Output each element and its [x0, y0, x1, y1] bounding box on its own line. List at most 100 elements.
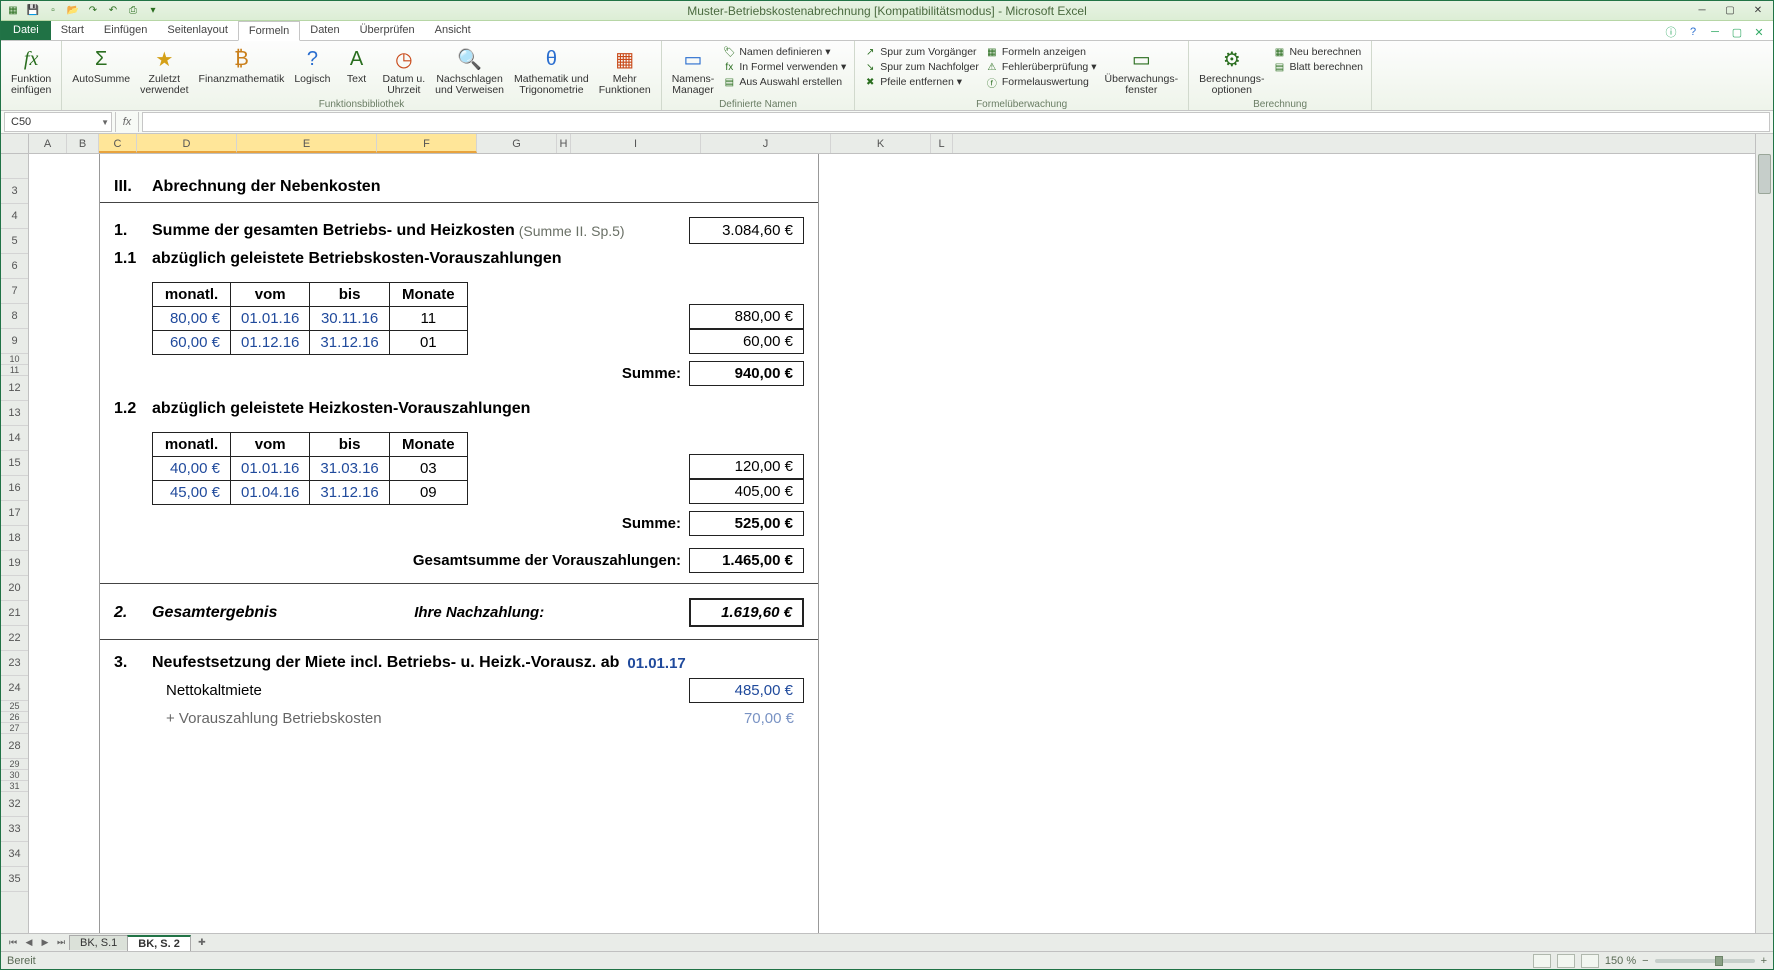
name-manager-button[interactable]: ▭Namens- Manager: [668, 43, 719, 98]
row-header[interactable]: 10: [1, 354, 28, 365]
tab-formulas[interactable]: Formeln: [238, 21, 300, 41]
window-close-icon[interactable]: ✕: [1751, 24, 1767, 40]
row3-date[interactable]: 01.01.17: [627, 655, 685, 672]
zoom-slider[interactable]: [1655, 959, 1755, 963]
row-header[interactable]: 6: [1, 254, 28, 279]
create-from-selection-button[interactable]: ▤Aus Auswahl erstellen: [720, 75, 848, 89]
row-header[interactable]: 3: [1, 179, 28, 204]
zoom-slider-thumb[interactable]: [1715, 956, 1723, 966]
view-normal-button[interactable]: [1533, 954, 1551, 968]
netto-amount[interactable]: 485,00 €: [689, 678, 804, 703]
insert-function-button[interactable]: fx Funktion einfügen: [7, 43, 55, 98]
define-name-button[interactable]: 🏷Namen definieren ▾: [720, 45, 848, 59]
zoom-out-button[interactable]: −: [1642, 955, 1648, 967]
view-pagebreak-button[interactable]: [1581, 954, 1599, 968]
row-header[interactable]: 20: [1, 576, 28, 601]
sheet-nav-next[interactable]: ▶: [37, 937, 53, 948]
error-check-button[interactable]: ⚠Fehlerüberprüfung ▾: [983, 60, 1099, 74]
row-header[interactable]: 8: [1, 304, 28, 329]
row-header[interactable]: 29: [1, 759, 28, 770]
recent-button[interactable]: ★Zuletzt verwendet: [136, 43, 192, 98]
autosum-button[interactable]: ΣAutoSumme: [68, 43, 134, 98]
help-icon[interactable]: ?: [1685, 24, 1701, 40]
print-icon[interactable]: ⎙: [125, 3, 141, 19]
trace-dependents-button[interactable]: ↘Spur zum Nachfolger: [861, 60, 981, 74]
row-header[interactable]: 19: [1, 551, 28, 576]
row-header[interactable]: 22: [1, 626, 28, 651]
column-header[interactable]: K: [831, 134, 931, 153]
calc-options-button[interactable]: ⚙Berechnungs- optionen: [1195, 43, 1268, 98]
tab-insert[interactable]: Einfügen: [94, 20, 157, 40]
row-header[interactable]: 30: [1, 770, 28, 781]
zoom-in-button[interactable]: +: [1761, 955, 1767, 967]
column-header[interactable]: B: [67, 134, 99, 153]
row-header[interactable]: 23: [1, 651, 28, 676]
view-pagelayout-button[interactable]: [1557, 954, 1575, 968]
open-icon[interactable]: 📂: [65, 3, 81, 19]
use-in-formula-button[interactable]: fxIn Formel verwenden ▾: [720, 60, 848, 74]
formula-input[interactable]: [142, 112, 1770, 132]
row-header[interactable]: [1, 154, 28, 179]
name-box[interactable]: C50▼: [4, 112, 112, 132]
text-button[interactable]: AText: [337, 43, 377, 98]
qat-dropdown-icon[interactable]: ▾: [145, 3, 161, 19]
tab-data[interactable]: Daten: [300, 20, 349, 40]
calc-sheet-button[interactable]: ▤Blatt berechnen: [1270, 60, 1365, 74]
row-header[interactable]: 28: [1, 734, 28, 759]
column-header[interactable]: L: [931, 134, 953, 153]
row-header[interactable]: 21: [1, 601, 28, 626]
row-header[interactable]: 12: [1, 376, 28, 401]
row-header[interactable]: 5: [1, 229, 28, 254]
tab-start[interactable]: Start: [51, 20, 94, 40]
sheet-nav-first[interactable]: ⏮: [5, 937, 21, 948]
new-icon[interactable]: ▫: [45, 3, 61, 19]
column-header[interactable]: D: [137, 134, 237, 153]
tab-pagelayout[interactable]: Seitenlayout: [157, 20, 238, 40]
window-min-icon[interactable]: ─: [1707, 24, 1723, 40]
row-header[interactable]: 31: [1, 781, 28, 792]
sheet-nav-last[interactable]: ⏭: [53, 937, 69, 948]
maximize-button[interactable]: ▢: [1717, 3, 1743, 19]
namebox-dropdown-icon[interactable]: ▼: [101, 118, 109, 127]
row-header[interactable]: 16: [1, 476, 28, 501]
row-header[interactable]: 32: [1, 792, 28, 817]
voraus-amount[interactable]: 70,00 €: [689, 707, 804, 730]
column-header[interactable]: F: [377, 134, 477, 153]
math-button[interactable]: θMathematik und Trigonometrie: [510, 43, 593, 98]
column-header[interactable]: C: [99, 134, 137, 153]
new-sheet-icon[interactable]: ✚: [194, 937, 210, 948]
show-formulas-button[interactable]: ▦Formeln anzeigen: [983, 45, 1099, 59]
row-header[interactable]: 26: [1, 712, 28, 723]
evaluate-formula-button[interactable]: ⓕFormelauswertung: [983, 75, 1099, 89]
row-header[interactable]: 4: [1, 204, 28, 229]
row-header[interactable]: 24: [1, 676, 28, 701]
column-header[interactable]: E: [237, 134, 377, 153]
watch-window-button[interactable]: ▭Überwachungs- fenster: [1101, 43, 1183, 98]
more-functions-button[interactable]: ▦Mehr Funktionen: [595, 43, 655, 98]
row-header[interactable]: 11: [1, 365, 28, 376]
sheet-nav-prev[interactable]: ◀: [21, 937, 37, 948]
window-restore-icon[interactable]: ▢: [1729, 24, 1745, 40]
row-header[interactable]: 17: [1, 501, 28, 526]
redo-icon[interactable]: ↷: [85, 3, 101, 19]
column-header[interactable]: J: [701, 134, 831, 153]
column-header[interactable]: H: [557, 134, 571, 153]
trace-precedents-button[interactable]: ↗Spur zum Vorgänger: [861, 45, 981, 59]
row-header[interactable]: 33: [1, 817, 28, 842]
financial-button[interactable]: ₿Finanzmathematik: [195, 43, 289, 98]
tab-view[interactable]: Ansicht: [425, 20, 481, 40]
column-header[interactable]: A: [29, 134, 67, 153]
row-header[interactable]: 15: [1, 451, 28, 476]
row-header[interactable]: 9: [1, 329, 28, 354]
undo-icon[interactable]: ↶: [105, 3, 121, 19]
minimize-ribbon-icon[interactable]: ⓘ: [1663, 24, 1679, 40]
row-header[interactable]: 14: [1, 426, 28, 451]
minimize-button[interactable]: ─: [1689, 3, 1715, 19]
sheet-tab-1[interactable]: BK, S.1: [69, 935, 128, 950]
lookup-button[interactable]: 🔍Nachschlagen und Verweisen: [431, 43, 508, 98]
row-header[interactable]: 13: [1, 401, 28, 426]
column-header[interactable]: G: [477, 134, 557, 153]
save-icon[interactable]: 💾: [25, 3, 41, 19]
scrollbar-thumb[interactable]: [1758, 154, 1771, 194]
remove-arrows-button[interactable]: ✖Pfeile entfernen ▾: [861, 75, 981, 89]
